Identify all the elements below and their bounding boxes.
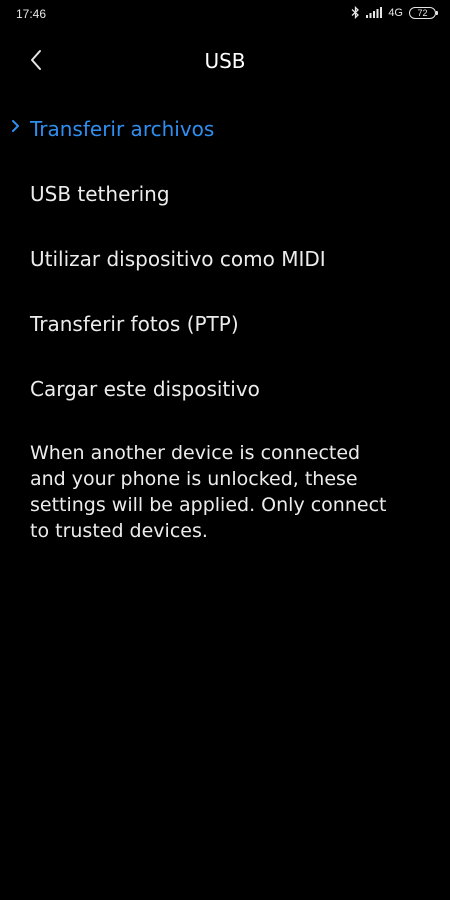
- battery-indicator: 72: [409, 6, 438, 19]
- selected-chevron-icon: [9, 118, 23, 134]
- signal-icon: [366, 7, 383, 18]
- header: USB: [0, 38, 450, 84]
- option-label: Utilizar dispositivo como MIDI: [30, 246, 326, 271]
- option-midi[interactable]: Utilizar dispositivo como MIDI: [0, 226, 450, 291]
- status-bar: 17:46 4G 72: [0, 0, 450, 28]
- option-transferir-archivos[interactable]: Transferir archivos: [0, 96, 450, 161]
- option-label: Cargar este dispositivo: [30, 376, 260, 401]
- page-title: USB: [204, 49, 246, 73]
- network-type: 4G: [388, 6, 403, 19]
- option-label: Transferir archivos: [30, 116, 215, 141]
- option-label: Transferir fotos (PTP): [30, 311, 239, 336]
- option-label: USB tethering: [30, 181, 170, 206]
- usb-options-list: Transferir archivos USB tethering Utiliz…: [0, 96, 450, 421]
- status-time: 17:46: [16, 7, 47, 21]
- option-usb-tethering[interactable]: USB tethering: [0, 161, 450, 226]
- info-text: When another device is connected and you…: [30, 442, 387, 542]
- status-icons: 4G 72: [351, 6, 438, 19]
- option-ptp[interactable]: Transferir fotos (PTP): [0, 291, 450, 356]
- bluetooth-icon: [351, 6, 360, 19]
- option-charge[interactable]: Cargar este dispositivo: [0, 356, 450, 421]
